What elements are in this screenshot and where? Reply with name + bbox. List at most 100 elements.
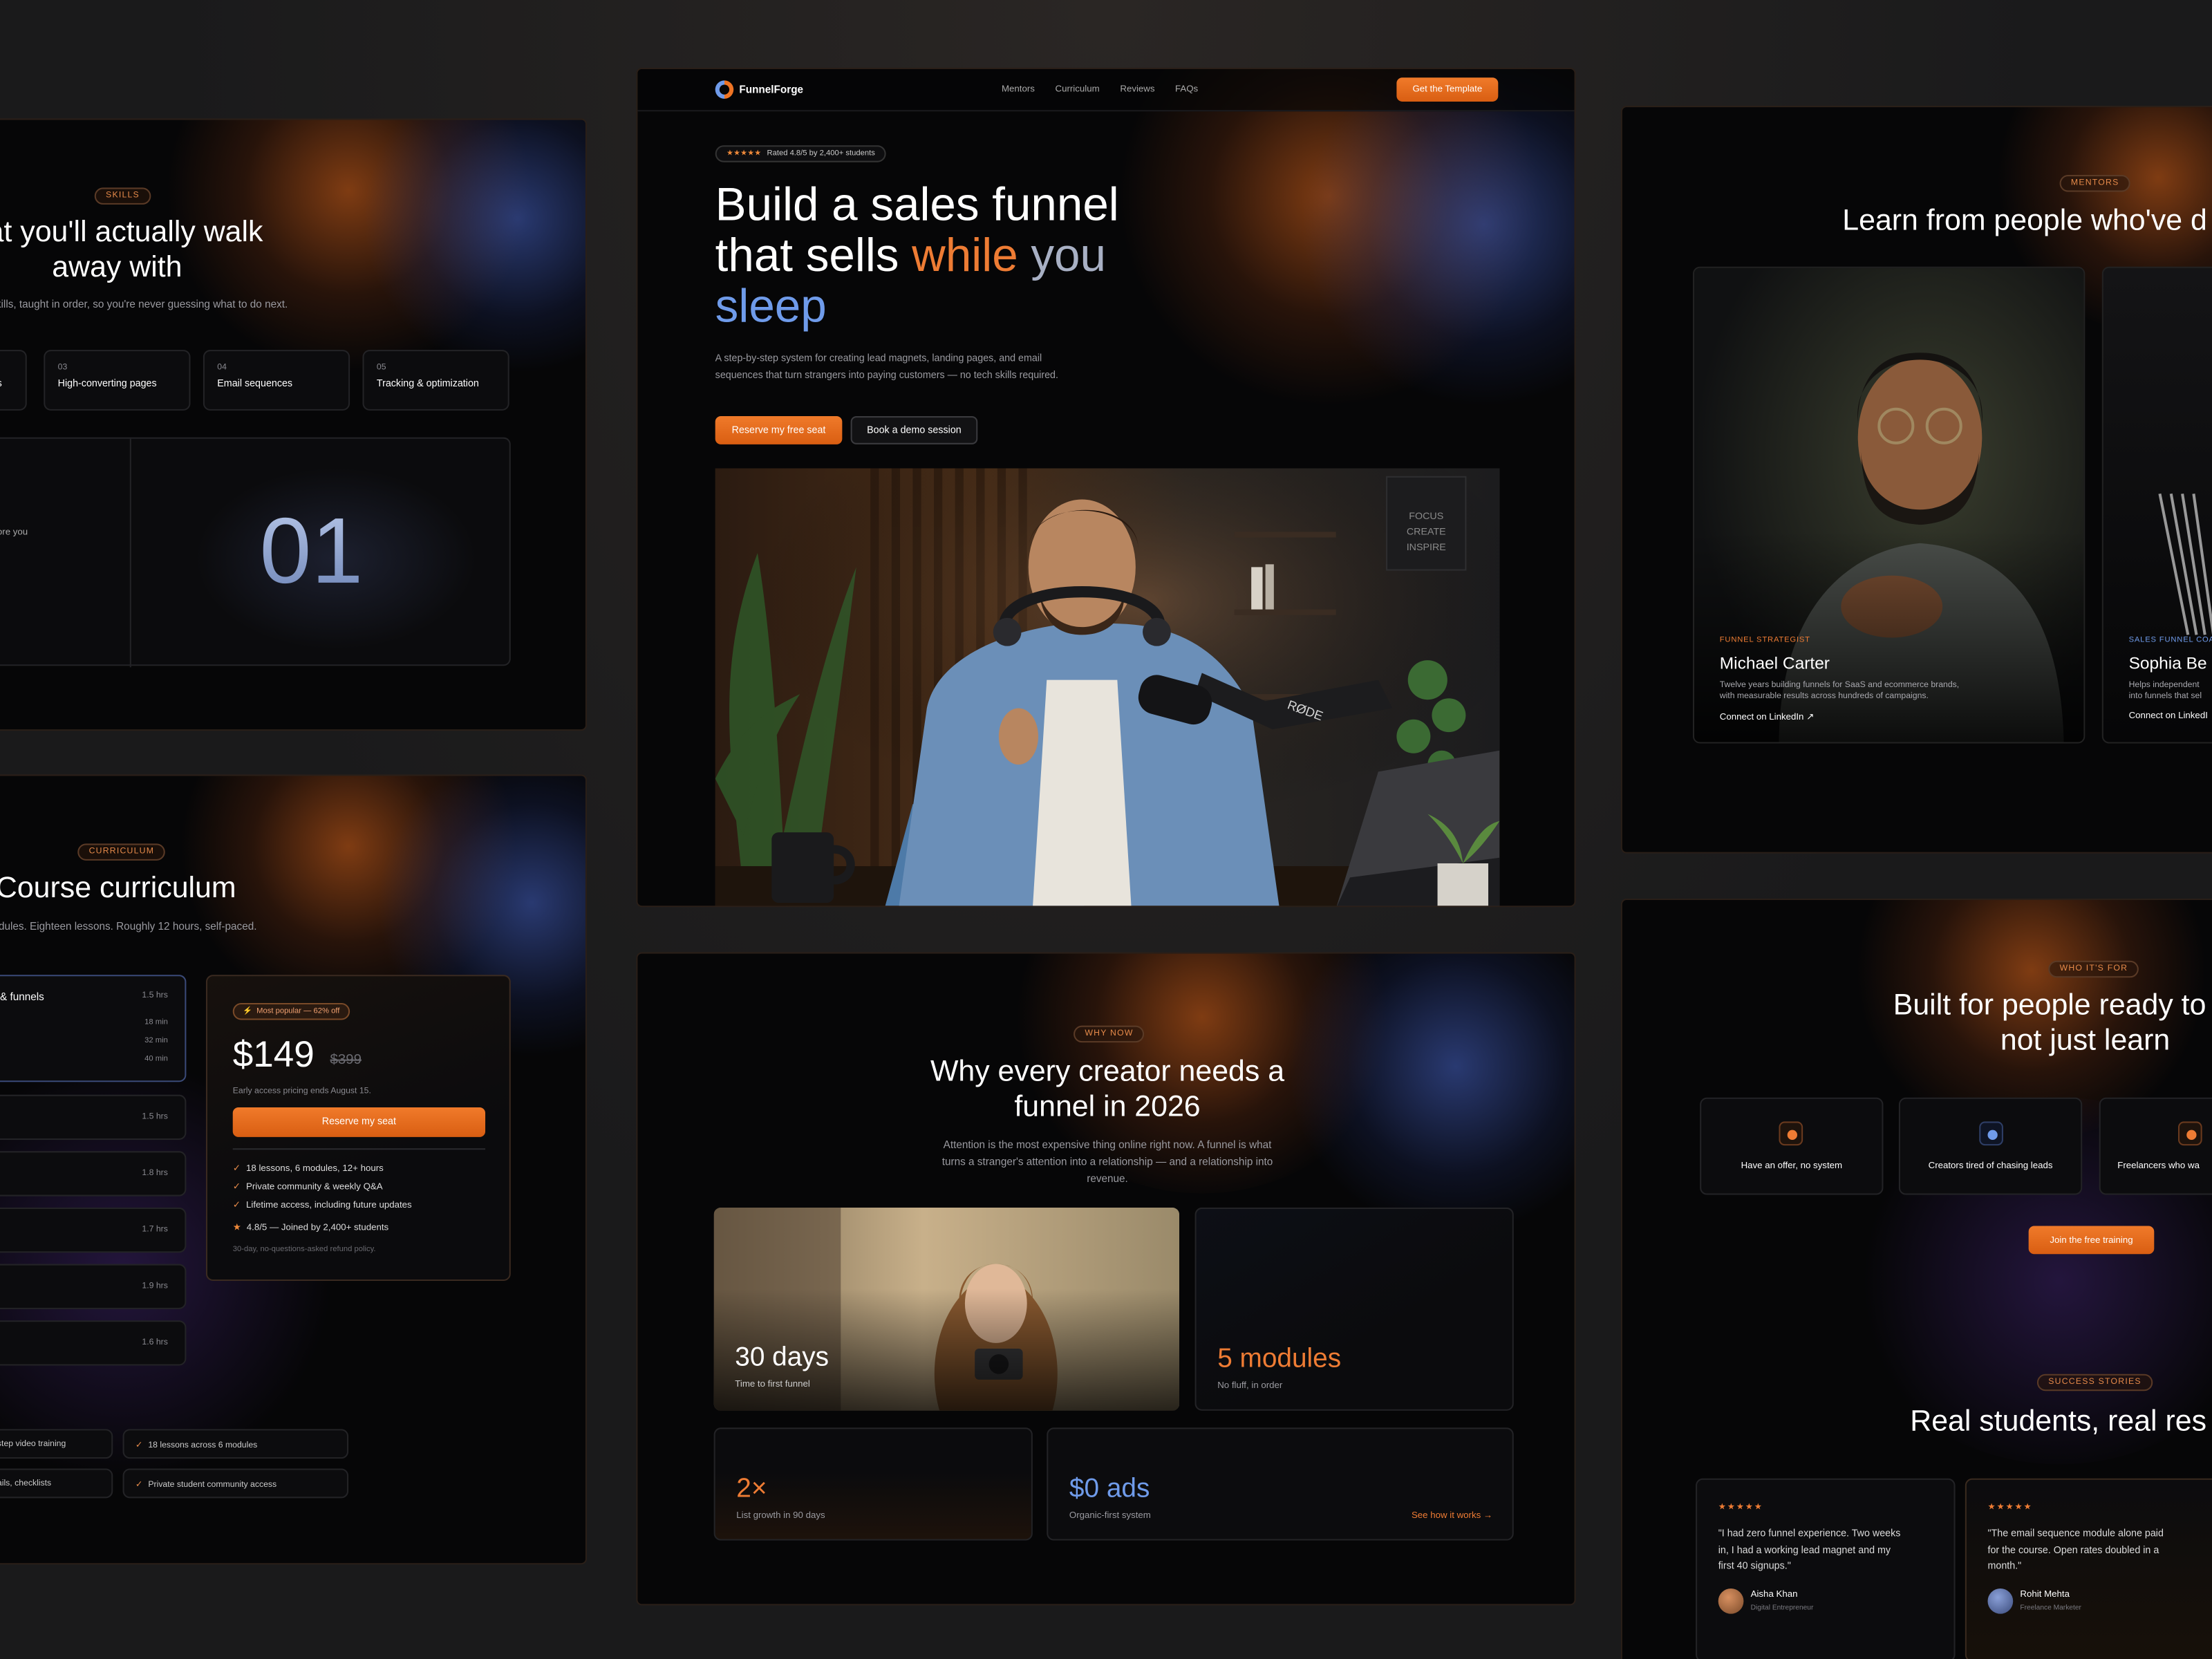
poster-text: CREATE — [1407, 526, 1446, 537]
stat-value-days: 30 days — [735, 1342, 830, 1373]
pricing-deadline: Early access pricing ends August 15. — [232, 1087, 371, 1096]
poster-text: FOCUS — [1409, 511, 1443, 522]
module-title: & funnels — [0, 990, 44, 1004]
module-row[interactable]: 1.6 hrs — [0, 1320, 187, 1366]
mentor-card[interactable]: FUNNEL STRATEGIST Michael Carter Twelve … — [1692, 266, 2086, 744]
skills-title-line2: away with — [52, 251, 182, 284]
refund-policy: 30-day, no-questions-asked refund policy… — [232, 1246, 376, 1255]
brand-logo-icon[interactable] — [715, 80, 734, 99]
who-title-line2: not just learn — [2000, 1024, 2171, 1057]
skill-number: 04 — [217, 364, 227, 373]
hero-title-line2: that sells while you — [715, 228, 1106, 281]
module-hours: 1.9 hrs — [142, 1282, 168, 1291]
skills-title-line1: at you'll actually walk — [0, 216, 263, 249]
nav-link-curriculum[interactable]: Curriculum — [1056, 84, 1100, 94]
skill-label: Email sequences — [217, 379, 293, 390]
module-row[interactable]: 1.7 hrs — [0, 1207, 187, 1253]
skill-detail-panel: ore you 01 — [0, 437, 511, 668]
showcase-canvas: SKILLS at you'll actually walk away with… — [0, 0, 2212, 1659]
reserve-free-seat-button[interactable]: Reserve my free seat — [715, 416, 843, 444]
old-price: $399 — [330, 1052, 362, 1068]
book-demo-button[interactable]: Book a demo session — [850, 416, 978, 444]
lesson-time: 40 min — [144, 1055, 168, 1064]
why-subtitle-line1: Attention is the most expensive thing on… — [943, 1138, 1272, 1152]
stat-card-ads: $0 ads Organic-first system See how it w… — [1047, 1427, 1514, 1541]
mentor-bio-line1: Helps independent — [2128, 681, 2200, 690]
why-subtitle-line2: turns a stranger's attention into a rela… — [941, 1155, 1273, 1168]
audience-label: Freelancers who wa — [2117, 1161, 2200, 1171]
pricing-card: ⚡ Most popular — 62% off $149 $399 Early … — [205, 975, 511, 1282]
stat-label: List growth in 90 days — [736, 1510, 825, 1521]
mentor-bio-line2: into funnels that sel — [2128, 693, 2202, 702]
bullet-icon — [1779, 1121, 1803, 1146]
flame-icon: ⚡ — [243, 1007, 253, 1016]
stat-label: No fluff, in order — [1217, 1380, 1283, 1391]
lesson-time: 18 min — [144, 1018, 168, 1027]
bullet-icon — [2177, 1121, 2202, 1146]
module-row[interactable]: 1.5 hrs — [0, 1094, 187, 1140]
join-free-training-button[interactable]: Join the free training — [2028, 1226, 2155, 1255]
skill-detail-text: ore you — [0, 527, 28, 538]
skill-item-04[interactable]: 04 Email sequences — [203, 350, 350, 411]
see-how-it-works-link[interactable]: See how it works → — [1412, 1511, 1492, 1521]
testimonial-quote: "I had zero funnel experience. Two weeks… — [1718, 1529, 1901, 1572]
hero-title: Build a sales funnel that sells while yo… — [715, 178, 1119, 331]
reserve-seat-button[interactable]: Reserve my seat — [232, 1107, 486, 1137]
curriculum-title: Course curriculum — [0, 872, 236, 905]
mentor-card[interactable]: SALES FUNNEL COACH Sophia Be Helps indep… — [2101, 266, 2212, 744]
skill-item-03[interactable]: 03 High-converting pages — [44, 350, 191, 411]
why-title-line1: Why every creator needs a — [930, 1055, 1285, 1088]
success-stories-pill: SUCCESS STORIES — [2036, 1374, 2153, 1391]
hero-description: A step-by-step system for creating lead … — [715, 354, 1058, 380]
rating-text: Rated 4.8/5 by 2,400+ students — [767, 149, 875, 158]
skills-subtitle: kills, taught in order, so you're never … — [0, 297, 288, 310]
module-row[interactable]: 1.9 hrs — [0, 1264, 187, 1309]
skill-item-05[interactable]: 05 Tracking & optimization — [362, 350, 509, 411]
stat-value-modules: 5 modules — [1217, 1344, 1342, 1374]
check-icon: ✓ — [232, 1163, 241, 1174]
audience-card: Freelancers who wa — [2099, 1097, 2212, 1195]
nav-link-faqs[interactable]: FAQs — [1175, 84, 1198, 94]
module-hours: 1.5 hrs — [142, 1113, 168, 1122]
testimonial-role: Freelance Marketer — [2020, 1604, 2081, 1613]
skill-number: 03 — [57, 364, 68, 373]
podcaster-illustration: FOCUS CREATE INSPIRE RØDE — [715, 468, 1500, 906]
include-chip: step video training — [0, 1429, 113, 1459]
mentor-name: Sophia Be — [2128, 653, 2207, 673]
linkedin-link[interactable]: Connect on LinkedIn ↗ — [1720, 711, 1815, 722]
stories-title: Real students, real res — [1910, 1405, 2207, 1438]
nav-link-reviews[interactable]: Reviews — [1120, 84, 1154, 94]
skill-item-02[interactable]: tes — [0, 350, 27, 411]
include-chip: ails, checklists — [0, 1468, 113, 1499]
skill-label: Tracking & optimization — [376, 379, 479, 390]
mentor-name: Michael Carter — [1719, 653, 1830, 673]
check-icon: ✓ — [232, 1200, 241, 1211]
curriculum-section-card: CURRICULUM Course curriculum dules. Eigh… — [0, 774, 587, 1565]
price: $149 — [232, 1032, 315, 1076]
testimonial-card: ★★★★★ "The email sequence module alone p… — [1965, 1478, 2212, 1659]
module-hours: 1.6 hrs — [142, 1338, 168, 1347]
why-title-line2: funnel in 2026 — [1014, 1090, 1201, 1123]
lesson-time: 32 min — [144, 1036, 168, 1046]
why-now-section-card: WHY NOW Why every creator needs a funnel… — [636, 952, 1576, 1606]
get-template-button[interactable]: Get the Template — [1396, 77, 1499, 102]
check-icon: ✓ — [135, 1441, 143, 1450]
who-its-for-section-card: WHO IT'S FOR Built for people ready to n… — [1620, 898, 2212, 1659]
feature-item: ✓ Lifetime access, including future updat… — [232, 1200, 412, 1211]
badge-text: Most popular — 62% off — [256, 1007, 340, 1016]
linkedin-link[interactable]: Connect on LinkedI — [2129, 711, 2208, 721]
testimonial-name: Rohit Mehta — [2020, 1589, 2070, 1600]
why-subtitle-line3: revenue. — [1087, 1172, 1128, 1185]
module-expanded[interactable]: & funnels 1.5 hrs 18 min 32 min 40 min — [0, 975, 187, 1082]
nav-link-mentors[interactable]: Mentors — [1002, 84, 1035, 94]
bullet-icon — [1979, 1121, 2003, 1146]
mentor-role: SALES FUNNEL COACH — [2128, 636, 2212, 645]
hero-photo: FOCUS CREATE INSPIRE RØDE — [715, 468, 1500, 906]
step-number: 01 — [259, 498, 364, 603]
module-row[interactable]: 1.8 hrs — [0, 1151, 187, 1197]
who-pill: WHO IT'S FOR — [2048, 960, 2139, 978]
brand-name[interactable]: FunnelForge — [739, 83, 803, 95]
include-chip: ✓ 18 lessons across 6 modules — [122, 1429, 349, 1459]
skills-pill: SKILLS — [94, 187, 151, 205]
audience-label: Creators tired of chasing leads — [1928, 1161, 2053, 1171]
